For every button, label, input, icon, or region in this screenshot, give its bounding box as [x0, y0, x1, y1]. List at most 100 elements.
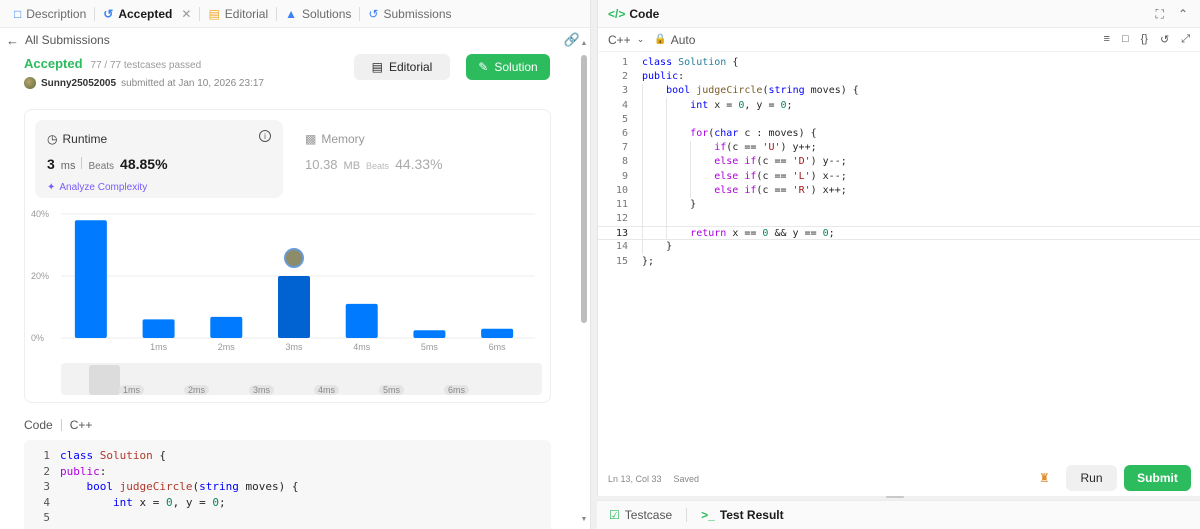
- chart-bar[interactable]: [74, 220, 107, 338]
- solution-button[interactable]: ✎ Solution: [466, 54, 550, 80]
- username[interactable]: Sunny25052005: [41, 78, 116, 89]
- line-code: else if(c == 'R') x++;: [714, 184, 847, 196]
- left-scrollbar[interactable]: ▲ ▼: [580, 40, 588, 529]
- chart-range-minimap[interactable]: 1ms 2ms 3ms 4ms 5ms 6ms: [61, 363, 542, 395]
- editor-line[interactable]: 10 else if(c == 'R') x++;: [598, 184, 1200, 198]
- scroll-up-arrow[interactable]: ▲: [580, 40, 588, 47]
- code-section-header: Code C++: [24, 418, 92, 432]
- auto-mode-toggle[interactable]: 🔒 Auto: [654, 33, 695, 47]
- line-code: int x = 0, y = 0;: [690, 99, 793, 111]
- testcases-passed: 77 / 77 testcases passed: [90, 60, 202, 71]
- line-number: 5: [621, 113, 628, 125]
- tab-testcase[interactable]: ☑ Testcase: [609, 508, 672, 522]
- fullscreen-icon[interactable]: ⤢: [1181, 33, 1190, 46]
- tab-accepted[interactable]: ↺ Accepted ✕: [95, 0, 199, 28]
- submitted-code-block: 1 class Solution {2 public: 3 bool judgeCir…: [24, 440, 551, 529]
- runtime-distribution-chart[interactable]: 0% 20% 40% 1ms 2ms 3ms 4ms 5ms 6ms: [25, 206, 552, 356]
- editor-line[interactable]: 4 int x = 0, y = 0;: [598, 99, 1200, 113]
- run-button[interactable]: Run: [1066, 465, 1117, 491]
- format-icon[interactable]: ≡: [1104, 33, 1110, 46]
- left-panel: □ Description ↺ Accepted ✕ ▤ Editorial ▲…: [0, 0, 591, 529]
- maximize-icon[interactable]: ⛶: [1156, 7, 1164, 22]
- minimap-tick-label: 5ms: [379, 385, 405, 395]
- line-number: 12: [615, 213, 628, 225]
- minimap-tick-label: 1ms: [119, 385, 145, 395]
- line-code: if(c == 'U') y++;: [714, 142, 817, 154]
- chart-bar[interactable]: [278, 276, 310, 338]
- submit-button[interactable]: Submit: [1124, 465, 1191, 491]
- chart-bar[interactable]: [413, 330, 446, 338]
- info-icon[interactable]: i: [259, 130, 271, 142]
- reset-icon[interactable]: ↺: [1160, 33, 1169, 46]
- chevron-down-icon: ⌄: [636, 34, 645, 44]
- editorial-button[interactable]: ▤ Editorial: [354, 54, 450, 80]
- bookmark-icon[interactable]: □: [1122, 33, 1129, 46]
- book-icon: ▤: [208, 6, 220, 21]
- tab-label: Accepted: [118, 6, 173, 21]
- analyze-complexity-link[interactable]: ✦ Analyze Complexity: [47, 182, 147, 193]
- x-tick-label: 3ms: [285, 342, 303, 352]
- tab-description[interactable]: □ Description: [6, 0, 94, 28]
- editor-line[interactable]: 3 bool judgeCircle(string moves) {: [598, 84, 1200, 98]
- language-value: C++: [608, 32, 631, 47]
- arrow-left-icon: ←: [6, 32, 19, 48]
- editor-status: Ln 13, Col 33 Saved: [608, 474, 699, 484]
- chart-bar[interactable]: [142, 319, 175, 338]
- runtime-unit: ms: [60, 160, 76, 172]
- tab-editorial[interactable]: ▤ Editorial: [200, 0, 276, 28]
- language-select[interactable]: C++ ⌄: [608, 33, 644, 47]
- resize-handle[interactable]: [886, 496, 904, 498]
- tab-submissions[interactable]: ↺ Submissions: [360, 0, 459, 28]
- line-number: 15: [615, 255, 628, 267]
- chart-bar[interactable]: [210, 316, 243, 338]
- sparkle-icon: ✦: [47, 182, 56, 193]
- submitted-time: submitted at Jan 10, 2026 23:17: [121, 77, 264, 89]
- assistant-icon[interactable]: ♜: [1039, 471, 1050, 485]
- editor-line[interactable]: 12: [598, 212, 1200, 226]
- back-link-label: All Submissions: [25, 33, 110, 47]
- back-link[interactable]: ← All Submissions 🔗: [0, 28, 590, 52]
- runtime-value: 3 ms Beats 48.85%: [47, 156, 168, 172]
- editor-line[interactable]: 6 for(char c : moves) {: [598, 127, 1200, 141]
- editor-line[interactable]: 13 return x == 0 && y == 0;: [598, 226, 1200, 241]
- editor-line[interactable]: 9 else if(c == 'L') x--;: [598, 170, 1200, 184]
- editor-line[interactable]: 15};: [598, 255, 1200, 269]
- tab-label: Submissions: [383, 6, 452, 21]
- line-number: 2: [621, 71, 628, 83]
- range-selector-handle[interactable]: [89, 365, 120, 395]
- line-number: 1: [621, 57, 628, 68]
- tab-solutions[interactable]: ▲ Solutions: [277, 0, 359, 28]
- chart-bar[interactable]: [345, 303, 378, 338]
- bottom-tab-bar: ☑ Testcase >_ Test Result: [597, 500, 1200, 529]
- editor-line[interactable]: 11 }: [598, 198, 1200, 212]
- scrollbar-thumb[interactable]: [581, 55, 587, 323]
- tab-test-result[interactable]: >_ Test Result: [701, 508, 783, 522]
- minimap-tick-label: 2ms: [184, 385, 210, 395]
- avatar[interactable]: [24, 77, 36, 89]
- memory-label: ▩ Memory: [305, 132, 365, 146]
- scroll-down-arrow[interactable]: ▼: [580, 516, 588, 523]
- panel-window-buttons: ⛶ ⌃: [1156, 7, 1188, 22]
- line-code: }: [642, 241, 673, 253]
- editor-line[interactable]: 8 else if(c == 'D') y--;: [598, 155, 1200, 169]
- collapse-up-icon[interactable]: ⌃: [1178, 7, 1188, 22]
- link-icon[interactable]: 🔗: [564, 32, 580, 48]
- close-icon[interactable]: ✕: [181, 7, 191, 21]
- beats-percent: 44.33%: [395, 156, 443, 172]
- tab-label: Test Result: [719, 508, 784, 522]
- editor-line[interactable]: 1 class Solution {: [598, 56, 1200, 70]
- chart-bar[interactable]: [481, 328, 514, 338]
- editor-line[interactable]: 14 }: [598, 240, 1200, 254]
- x-tick-label: 1ms: [150, 342, 168, 352]
- editor-line[interactable]: 2 public:: [598, 70, 1200, 84]
- line-number: 3: [43, 480, 50, 493]
- line-code: bool judgeCircle(string moves) {: [666, 85, 859, 97]
- memory-box[interactable]: ▩ Memory 10.38 MB Beats 44.33%: [305, 120, 525, 198]
- editor-line[interactable]: 5: [598, 113, 1200, 127]
- line-code: else if(c == 'L') x--;: [714, 170, 847, 182]
- editor-line[interactable]: 7 if(c == 'U') y++;: [598, 141, 1200, 155]
- runtime-box[interactable]: ◷ Runtime i 3 ms Beats 48.85% ✦ Analyze …: [35, 120, 283, 198]
- lock-icon: 🔒: [654, 34, 667, 45]
- braces-icon[interactable]: {}: [1141, 33, 1148, 46]
- code-editor[interactable]: 1 class Solution {2 public: 3 bool judgeCir…: [598, 56, 1200, 460]
